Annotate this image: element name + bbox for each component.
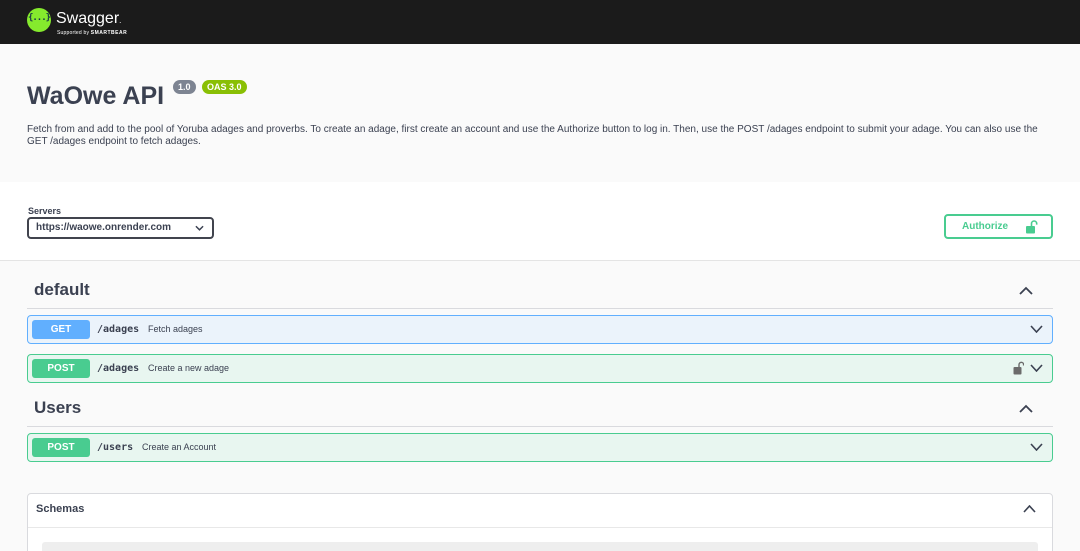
chevron-up-icon[interactable]: [1019, 404, 1033, 413]
tag-default-header[interactable]: default: [27, 276, 1053, 309]
operation-post-adages[interactable]: POST /adages Create a new adage: [27, 354, 1053, 383]
method-badge: POST: [32, 359, 90, 378]
operation-get-adages[interactable]: GET /adages Fetch adages: [27, 315, 1053, 344]
operation-path: /adages: [97, 324, 140, 335]
tag-name: Users: [34, 398, 82, 417]
chevron-down-icon[interactable]: [1030, 364, 1043, 372]
method-badge: POST: [32, 438, 90, 457]
schema-model-row[interactable]: [42, 542, 1038, 551]
schemas-divider: [28, 527, 1052, 528]
chevron-up-icon[interactable]: [1023, 505, 1036, 513]
chevron-down-icon: [195, 225, 204, 231]
swagger-logo-icon: {...}: [27, 8, 51, 32]
swagger-brand-name: Swagger: [56, 10, 120, 27]
operation-summary: Fetch adages: [148, 324, 203, 334]
api-title: WaOwe API: [27, 82, 165, 110]
tag-users-header[interactable]: Users: [27, 394, 1053, 427]
operation-summary: Create a new adage: [148, 363, 230, 373]
supported-by-prefix: Supported by: [57, 30, 90, 36]
operation-post-users[interactable]: POST /users Create an Account: [27, 433, 1053, 462]
swagger-logo-glyph: {...}: [27, 13, 51, 23]
method-badge: GET: [32, 320, 90, 339]
servers-selected-value: https://waowe.onrender.com: [36, 222, 172, 233]
operation-path: /users: [97, 442, 134, 453]
authorize-label: Authorize: [962, 221, 1009, 232]
schemas-title[interactable]: Schemas: [36, 503, 84, 515]
chevron-down-icon[interactable]: [1030, 443, 1043, 451]
operation-summary: Create an Account: [142, 442, 217, 452]
scheme-container: Servers https://waowe.onrender.com Autho…: [0, 182, 1080, 261]
chevron-down-icon[interactable]: [1030, 325, 1043, 333]
topbar: {...} Swagger. Supported by SMARTBEAR: [0, 0, 1080, 44]
supported-by-text: Supported by SMARTBEAR: [57, 30, 127, 36]
authorize-button[interactable]: Authorize: [944, 214, 1053, 239]
servers-select[interactable]: https://waowe.onrender.com: [27, 217, 214, 239]
version-badge: 1.0: [173, 80, 196, 94]
servers-label: Servers: [28, 206, 62, 216]
api-info: WaOwe API 1.0 OAS 3.0 Fetch from and add…: [0, 44, 1080, 182]
tag-name: default: [34, 280, 90, 299]
swagger-brand-tm: .: [119, 16, 122, 25]
schemas-section: Schemas: [27, 493, 1053, 551]
smartbear-brand: SMARTBEAR: [90, 30, 128, 36]
chevron-up-icon[interactable]: [1019, 286, 1033, 295]
oas-badge: OAS 3.0: [202, 80, 247, 94]
api-description: Fetch from and add to the pool of Yoruba…: [27, 124, 1038, 147]
unlocked-lock-icon: [1026, 220, 1038, 234]
unlocked-lock-icon[interactable]: [1013, 361, 1024, 375]
operation-path: /adages: [97, 363, 140, 374]
